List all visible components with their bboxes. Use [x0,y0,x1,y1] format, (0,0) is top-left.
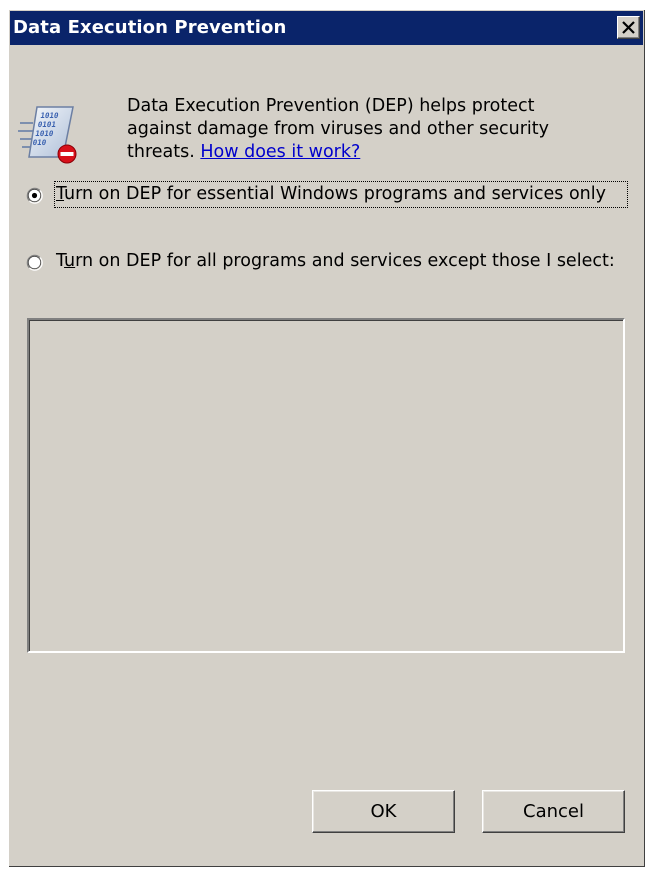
window-title: Data Execution Prevention [13,17,287,38]
radio-selected-icon[interactable] [26,187,43,204]
how-does-it-work-link[interactable]: How does it work? [200,142,360,162]
option-all-label: Turn on DEP for all programs and service… [56,250,616,273]
title-bar[interactable]: Data Execution Prevention [10,11,643,45]
close-icon [622,21,635,34]
option-1-accel: T [56,184,65,204]
exceptions-listbox[interactable] [27,318,625,653]
option-2-accel: u [64,251,76,271]
svg-text:1010: 1010 [34,129,54,138]
svg-text:1010: 1010 [40,111,60,120]
option-2-rest: rn on DEP for all programs and services … [75,251,615,271]
ok-button[interactable]: OK [312,790,455,833]
radio-unselected-icon[interactable] [26,254,43,271]
svg-text:010: 010 [32,138,48,147]
close-button[interactable] [617,16,640,39]
option-2-prefix: T [56,251,65,271]
intro-text: Data Execution Prevention (DEP) helps pr… [127,95,597,164]
option-essential-label: Turn on DEP for essential Windows progra… [54,181,628,208]
cancel-button[interactable]: Cancel [482,790,625,833]
dep-shield-binary-icon: 1010 0101 1010 010 [18,106,77,164]
option-1-rest: urn on DEP for essential Windows program… [64,184,606,204]
svg-text:0101: 0101 [37,120,57,129]
